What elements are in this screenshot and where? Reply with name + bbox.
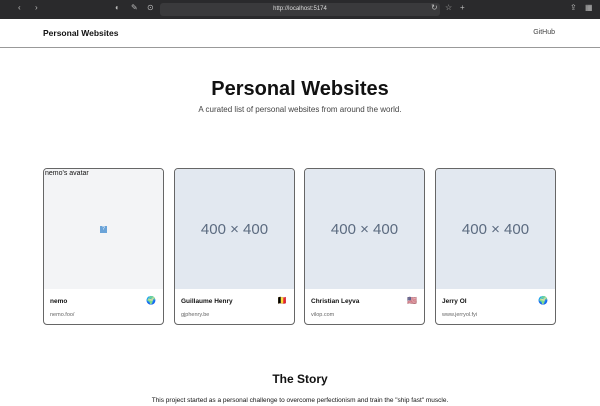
story-title: The Story [272,372,328,386]
broken-image-icon: ? [100,225,107,233]
avatar-placeholder: 400 × 400 [436,169,555,289]
website-card[interactable]: 400 × 400 Jerry OI 🌍 www.jerryol.fyi [435,168,556,325]
avatar-alt-text: nemo's avatar [45,170,89,177]
address-bar[interactable]: http://localhost:5174 [160,3,440,16]
new-tab-icon[interactable]: + [460,3,465,12]
back-icon[interactable]: ‹ [18,3,21,12]
flag-icon: 🇧🇪 [277,296,287,305]
website-card[interactable]: 400 × 400 Guillaume Henry 🇧🇪 gjphenry.be [174,168,295,325]
page-title: Personal Websites [211,78,389,100]
avatar-placeholder: 400 × 400 [175,169,294,289]
card-url[interactable]: nemo.foo/ [50,312,74,318]
globe-icon: 🌍 [538,296,548,305]
tabs-overview-icon[interactable]: ▦ [585,3,593,12]
reload-icon[interactable]: ↻ [431,3,438,12]
story-text: This project started as a personal chall… [151,397,449,404]
shield-icon[interactable]: ◐ [115,3,120,12]
page-subtitle: A curated list of personal websites from… [198,105,402,114]
globe-icon: 🌍 [146,296,156,305]
extension-icon[interactable]: ✎ [131,3,138,12]
card-url[interactable]: www.jerryol.fyi [442,312,477,318]
card-url[interactable]: vilop.com [311,312,334,318]
forward-icon[interactable]: › [35,3,38,12]
card-name: Christian Leyva [311,298,360,305]
github-link[interactable]: GitHub [533,29,555,36]
avatar-placeholder: 400 × 400 [305,169,424,289]
share-icon[interactable]: ⇪ [570,3,577,12]
brand[interactable]: Personal Websites [43,28,118,38]
bookmark-icon[interactable]: ☆ [445,3,452,12]
card-name: Guillaume Henry [181,298,233,305]
card-name: Jerry OI [442,298,467,305]
extension-icon-2[interactable]: ⊙ [147,3,154,12]
card-url[interactable]: gjphenry.be [181,312,209,318]
browser-toolbar: ‹ › ◐ ✎ ⊙ http://localhost:5174 ↻ ☆ + ⇪ … [0,0,600,19]
site-header: Personal Websites GitHub [0,19,600,48]
website-card[interactable]: 400 × 400 Christian Leyva 🇺🇸 vilop.com [304,168,425,325]
website-card[interactable]: nemo's avatar ? nemo 🌍 nemo.foo/ [43,168,164,325]
avatar: nemo's avatar ? [44,169,163,289]
card-name: nemo [50,298,68,305]
flag-icon: 🇺🇸 [407,296,417,305]
